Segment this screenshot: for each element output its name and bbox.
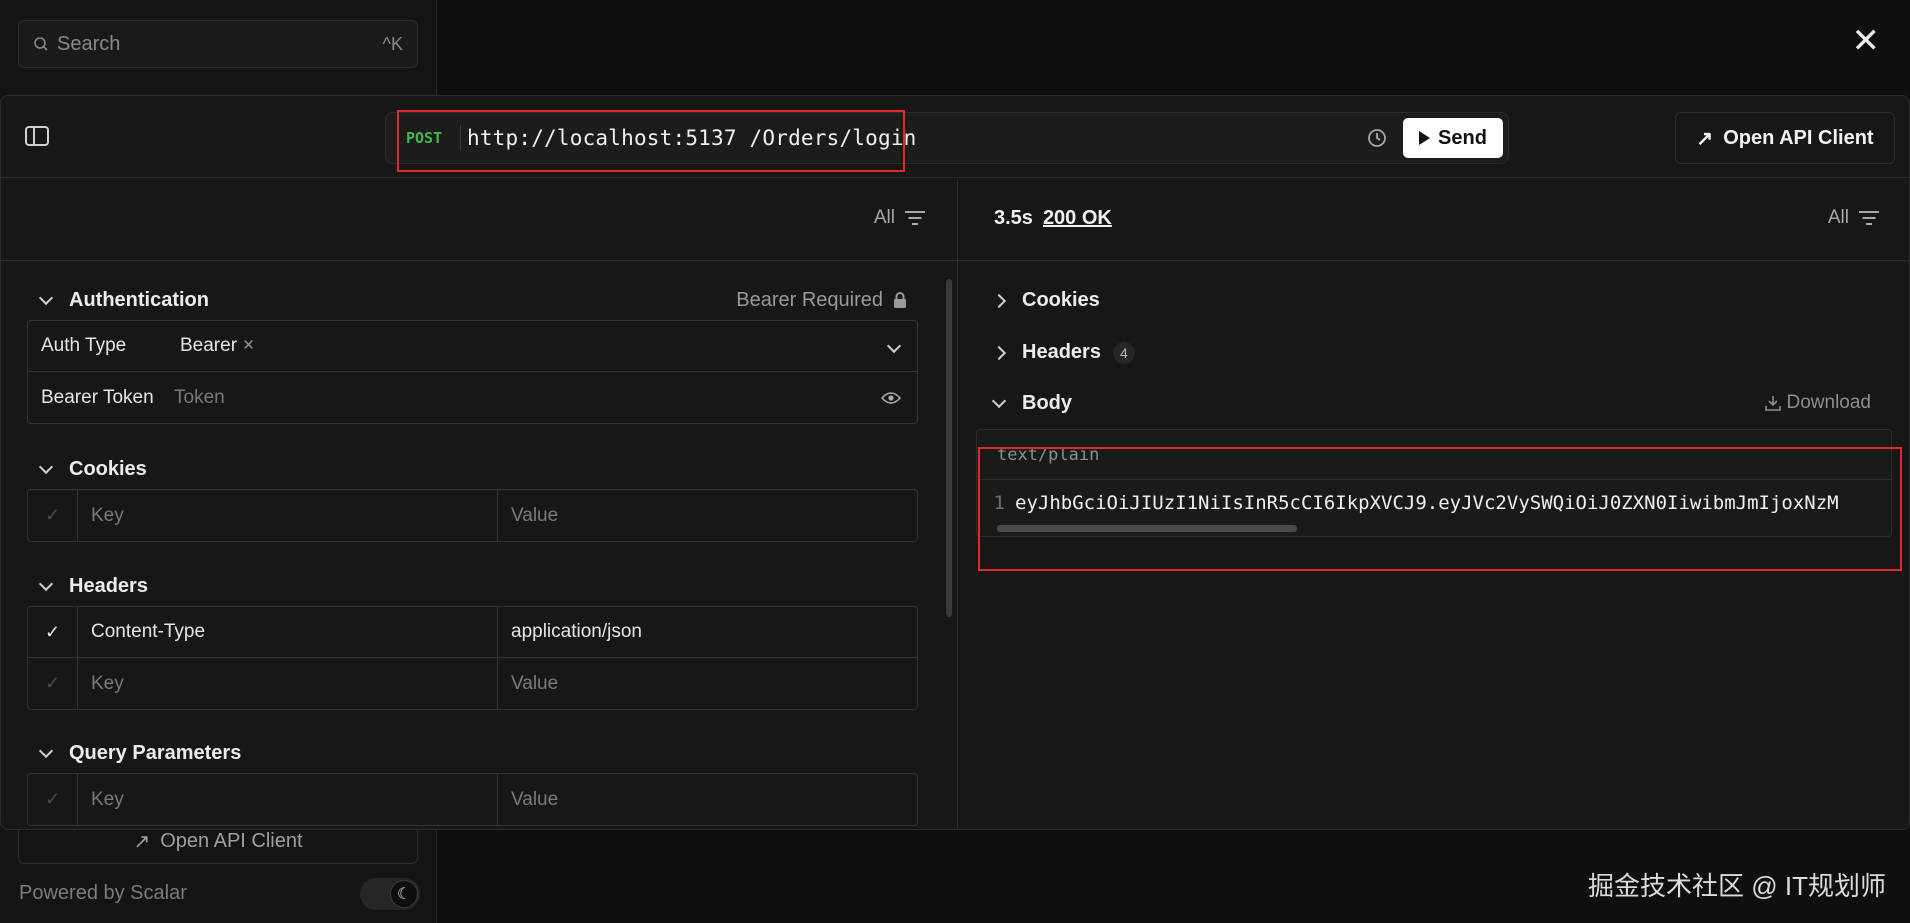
query-key-input[interactable]: Key: [78, 774, 498, 825]
headers-table: ✓ Content-Type application/json ✓ Key Va…: [27, 606, 918, 710]
headers-count-badge: 4: [1112, 341, 1135, 364]
response-body-label: Body: [1022, 392, 1072, 414]
remove-icon[interactable]: ×: [243, 335, 254, 357]
response-cookies-label: Cookies: [1022, 289, 1100, 311]
response-status[interactable]: 200 OK: [1043, 207, 1112, 230]
header-value-input[interactable]: Value: [498, 658, 917, 709]
chevron-down-icon: [38, 459, 54, 475]
search-input[interactable]: Search ^K: [18, 20, 418, 68]
auth-requirement: Bearer Required: [736, 289, 907, 312]
query-value-input[interactable]: Value: [498, 774, 917, 825]
powered-by-text: Powered by Scalar: [19, 882, 187, 904]
download-label: Download: [1786, 392, 1872, 413]
cookie-key-input[interactable]: Key: [78, 490, 498, 541]
download-button[interactable]: Download: [1764, 392, 1872, 414]
authentication-title: Authentication: [69, 289, 209, 311]
request-filter-label: All: [873, 207, 895, 228]
response-filter-label: All: [1827, 207, 1849, 228]
check-icon[interactable]: ✓: [28, 490, 78, 541]
check-icon[interactable]: ✓: [28, 607, 78, 657]
cookies-section-header[interactable]: Cookies: [38, 458, 147, 481]
response-body-header[interactable]: Body: [991, 392, 1072, 415]
chevron-down-icon[interactable]: [886, 335, 902, 357]
body-highlight-box: [978, 447, 1902, 571]
bearer-token-label: Bearer Token: [41, 386, 154, 408]
send-button[interactable]: Send: [1403, 118, 1503, 158]
filter-icon: [1859, 210, 1879, 226]
chevron-down-icon: [38, 290, 54, 306]
header-key-input[interactable]: Key: [78, 658, 498, 709]
filter-icon: [905, 210, 925, 226]
authentication-section-header[interactable]: Authentication: [38, 289, 209, 312]
search-icon: [34, 37, 48, 51]
headers-section-header[interactable]: Headers: [38, 575, 148, 598]
chevron-right-icon: [991, 293, 1007, 308]
response-filter[interactable]: All: [1828, 207, 1879, 229]
response-cookies-header[interactable]: Cookies: [991, 289, 1100, 312]
cookies-table: ✓ Key Value: [27, 489, 918, 542]
table-row: ✓ Key Value: [28, 658, 917, 709]
response-headers-label: Headers: [1022, 341, 1101, 363]
cookie-value-input[interactable]: Value: [498, 490, 917, 541]
download-icon: [1764, 396, 1781, 411]
table-row: ✓ Key Value: [28, 774, 917, 825]
chevron-down-icon: [991, 393, 1007, 409]
arrow-up-right-icon: ↗: [133, 831, 151, 853]
chevron-down-icon: [38, 576, 54, 592]
auth-type-label: Auth Type: [41, 335, 127, 356]
request-topbar: POST http://localhost:5137 /Orders/login…: [1, 96, 1909, 178]
cookies-title: Cookies: [69, 458, 147, 480]
response-meta: 3.5s 200 OK: [994, 207, 1112, 230]
chevron-down-icon: [38, 743, 54, 759]
response-panel-header: 3.5s 200 OK All: [958, 179, 1909, 261]
auth-type-chip[interactable]: Bearer ×: [180, 335, 254, 357]
response-time: 3.5s: [994, 207, 1033, 229]
table-row: ✓ Key Value: [28, 490, 917, 541]
close-icon[interactable]: ✕: [1852, 24, 1881, 58]
bearer-token-input[interactable]: Token: [174, 387, 881, 409]
header-value[interactable]: application/json: [498, 607, 917, 657]
search-shortcut: ^K: [382, 33, 403, 54]
request-filter[interactable]: All: [874, 207, 925, 229]
request-scrollbar[interactable]: [946, 279, 952, 617]
search-placeholder: Search: [57, 32, 121, 55]
response-panel: 3.5s 200 OK All Cookies Headers 4 Body D…: [958, 179, 1909, 829]
lock-icon: [894, 292, 906, 308]
sidebar-open-api-client-label: Open API Client: [160, 830, 303, 852]
auth-type-value: Bearer: [180, 335, 238, 356]
api-client-modal: POST http://localhost:5137 /Orders/login…: [0, 95, 1910, 830]
query-table: ✓ Key Value: [27, 773, 918, 826]
check-icon[interactable]: ✓: [28, 774, 78, 825]
response-headers-header[interactable]: Headers 4: [991, 341, 1135, 364]
moon-icon: ☾: [390, 880, 418, 908]
panels: All Authentication Bearer Required Auth …: [1, 179, 1909, 829]
request-panel: All Authentication Bearer Required Auth …: [1, 179, 958, 829]
header-key[interactable]: Content-Type: [78, 607, 498, 657]
watermark: 掘金技术社区 @ IT规划师: [1588, 871, 1886, 901]
theme-toggle[interactable]: ☾: [360, 878, 420, 910]
arrow-up-right-icon: ↗: [1696, 127, 1714, 150]
eye-icon[interactable]: [881, 391, 901, 405]
history-icon[interactable]: [1365, 126, 1389, 150]
auth-type-row: Auth Type Bearer ×: [28, 321, 917, 372]
table-row: ✓ Content-Type application/json: [28, 607, 917, 658]
check-icon[interactable]: ✓: [28, 658, 78, 709]
bearer-token-row: Bearer Token Token: [28, 372, 917, 423]
chevron-right-icon: [991, 345, 1007, 360]
sidebar-toggle-icon[interactable]: [25, 126, 49, 146]
auth-requirement-label: Bearer Required: [736, 289, 883, 311]
request-panel-header: All: [1, 179, 957, 261]
open-api-client-label: Open API Client: [1723, 126, 1874, 149]
open-api-client-button[interactable]: ↗ Open API Client: [1675, 112, 1895, 164]
play-icon: [1419, 131, 1431, 145]
query-parameters-section-header[interactable]: Query Parameters: [38, 742, 242, 765]
auth-table: Auth Type Bearer × Bearer Token Token: [27, 320, 918, 424]
url-highlight-box: [397, 110, 905, 172]
send-label: Send: [1438, 126, 1487, 149]
query-parameters-title: Query Parameters: [69, 742, 242, 764]
headers-title: Headers: [69, 575, 148, 597]
